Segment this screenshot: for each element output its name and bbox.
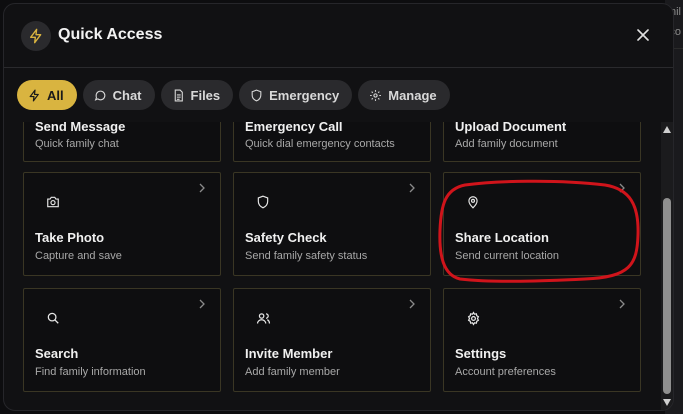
tab-label: Manage — [388, 87, 437, 103]
card-settings[interactable]: Settings Account preferences — [443, 288, 641, 392]
shield-icon — [254, 193, 272, 211]
card-title: Emergency Call — [245, 122, 343, 134]
users-icon — [254, 309, 272, 327]
tab-label: Emergency — [269, 87, 340, 103]
quick-access-modal: Quick Access All Chat Files Emergency Ma… — [3, 3, 674, 411]
scroll-up-arrow-icon[interactable] — [663, 126, 671, 133]
card-title: Share Location — [455, 230, 549, 245]
card-take-photo[interactable]: Take Photo Capture and save — [23, 172, 221, 276]
card-title: Safety Check — [245, 230, 327, 245]
card-subtitle: Capture and save — [35, 250, 122, 262]
chevron-right-icon — [199, 183, 205, 193]
card-subtitle: Account preferences — [455, 366, 556, 378]
tab-files[interactable]: Files — [160, 80, 234, 110]
card-subtitle: Send current location — [455, 250, 559, 262]
card-safety-check[interactable]: Safety Check Send family safety status — [233, 172, 431, 276]
filter-tabs: All Chat Files Emergency Manage — [17, 80, 450, 110]
card-share-location[interactable]: Share Location Send current location — [443, 172, 641, 276]
chat-bubble-icon — [94, 90, 105, 101]
lightning-icon — [29, 88, 39, 102]
shield-icon — [251, 89, 262, 102]
location-pin-icon — [464, 193, 482, 211]
modal-header: Quick Access — [4, 4, 673, 68]
card-upload-document[interactable]: Upload Document Add family document — [443, 122, 641, 162]
card-subtitle: Quick family chat — [35, 138, 119, 150]
tab-chat[interactable]: Chat — [82, 80, 155, 110]
card-subtitle: Send family safety status — [245, 250, 368, 262]
chevron-right-icon — [199, 299, 205, 309]
tab-label: All — [47, 87, 64, 103]
actions-grid: Send Message Quick family chat Emergency… — [4, 122, 657, 410]
chevron-right-icon — [619, 183, 625, 193]
chevron-right-icon — [619, 299, 625, 309]
tab-label: Chat — [112, 87, 142, 103]
tab-emergency[interactable]: Emergency — [239, 80, 353, 110]
card-title: Take Photo — [35, 230, 105, 245]
close-icon — [637, 29, 649, 41]
tab-label: Files — [190, 87, 221, 103]
modal-title: Quick Access — [58, 26, 163, 43]
card-title: Send Message — [35, 122, 126, 134]
search-icon — [44, 309, 62, 327]
card-invite-member[interactable]: Invite Member Add family member — [233, 288, 431, 392]
card-send-message[interactable]: Send Message Quick family chat — [23, 122, 221, 162]
card-subtitle: Add family member — [245, 366, 340, 378]
card-title: Invite Member — [245, 346, 333, 361]
tab-all[interactable]: All — [17, 80, 77, 110]
card-emergency-call[interactable]: Emergency Call Quick dial emergency cont… — [233, 122, 431, 162]
card-search[interactable]: Search Find family information — [23, 288, 221, 392]
card-title: Search — [35, 346, 79, 361]
tab-manage[interactable]: Manage — [358, 80, 450, 110]
chevron-right-icon — [409, 299, 415, 309]
camera-icon — [44, 193, 62, 211]
card-subtitle: Quick dial emergency contacts — [245, 138, 395, 150]
card-title: Settings — [455, 346, 507, 361]
chevron-right-icon — [409, 183, 415, 193]
scroll-down-arrow-icon[interactable] — [663, 399, 671, 406]
close-button[interactable] — [635, 27, 651, 43]
scrollbar-thumb[interactable] — [663, 198, 671, 394]
gear-icon — [464, 309, 482, 327]
card-subtitle: Add family document — [455, 138, 558, 150]
gear-icon — [370, 89, 382, 101]
scrollbar[interactable] — [661, 122, 673, 410]
lightning-icon — [21, 21, 51, 51]
card-title: Upload Document — [455, 122, 567, 134]
card-subtitle: Find family information — [35, 366, 146, 378]
document-icon — [174, 89, 183, 101]
